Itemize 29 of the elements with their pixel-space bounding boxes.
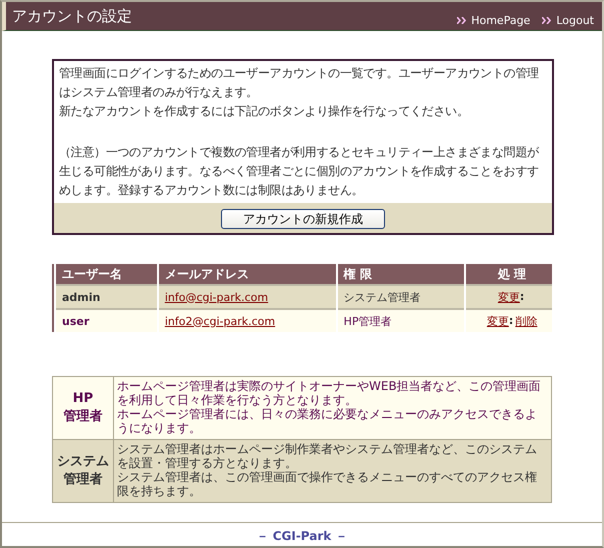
role-description: ホームページ管理者は実際のサイトオーナーやWEB担当者など、この管理画面を利用して日々作業を行なう方となります。: [117, 379, 542, 407]
role-cell: HP管理者: [336, 309, 466, 332]
role-description: システム管理者は、この管理画面で操作できるメニューのすべてのアクセス権限を持ちます。: [117, 470, 538, 498]
intro-paragraph: （注意）一つのアカウントで複数の管理者が利用するとセキュリティー上さまざまな問題が生じる可能性があります。なるべく管理者ごとに個別のアカウントを作成することをおすすめします。登録するアカウント数には制限はありません。: [59, 144, 540, 199]
separator-text: :: [520, 290, 524, 304]
role-description: ホームページ管理者には、日々の業務に必要なメニューのみアクセスできるようになります。: [117, 407, 538, 435]
action-link[interactable]: 変更: [486, 314, 509, 328]
intro-paragraph: 新たなアカウントを作成するには下記のボタンより操作を行なってください。: [59, 103, 470, 120]
role-name: システム 管理者: [56, 453, 110, 489]
role-description: システム管理者はホームページ制作業者やシステム管理者など、このシステムを設置・管理する方となります。: [117, 442, 538, 470]
double-chevron-icon: [542, 17, 552, 24]
role-cell: システム管理者: [336, 285, 466, 309]
double-chevron-icon: [457, 17, 466, 24]
column-header: 権 限: [336, 264, 466, 285]
nav-link[interactable]: Logout: [556, 14, 594, 27]
action-link[interactable]: 削除: [515, 314, 538, 328]
username-cell: user: [55, 309, 158, 332]
action-link[interactable]: 変更: [498, 290, 520, 304]
column-header: メールアドレス: [158, 264, 337, 285]
username-cell: admin: [55, 285, 158, 309]
create-account-button[interactable]: アカウントの新規作成: [221, 209, 385, 229]
column-header: 処 理: [465, 264, 552, 285]
footer-brand: － CGI-Park －: [256, 529, 348, 543]
separator-text: :: [508, 314, 514, 328]
nav-link[interactable]: HomePage: [471, 14, 530, 27]
page-title: アカウントの設定: [12, 6, 132, 26]
role-name: HP 管理者: [62, 390, 104, 426]
column-header: ユーザー名: [55, 264, 158, 285]
intro-paragraph: 管理画面にログインするためのユーザーアカウントの一覧です。ユーザーアカウントの管理はシステム管理者のみが行なえます。: [59, 65, 540, 101]
